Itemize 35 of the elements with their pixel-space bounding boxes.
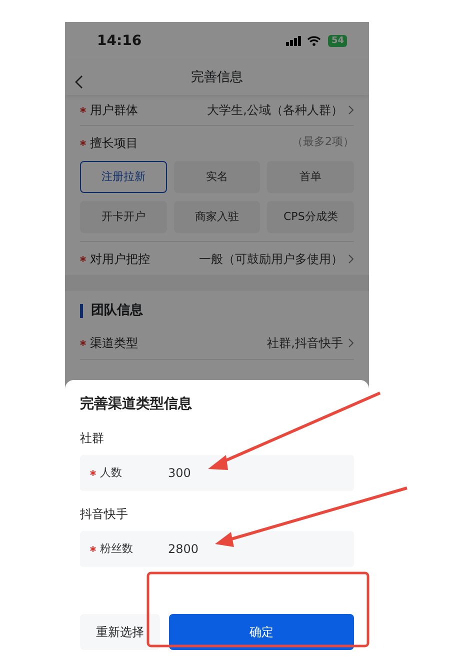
chevron-right-icon (348, 338, 354, 348)
signal-icon (286, 36, 304, 46)
chevron-right-icon (348, 105, 354, 115)
option-chip[interactable]: 注册拉新 (80, 161, 167, 193)
section-title: 团队信息 (91, 302, 143, 320)
field-label: 粉丝数 (100, 540, 133, 557)
status-time: 14:16 (97, 32, 142, 50)
field-value: 一般（可鼓励用户多使用） (199, 250, 343, 268)
field-value: 大学生,公域（各种人群） (207, 102, 343, 119)
reset-button[interactable]: 重新选择 (80, 614, 160, 650)
field-value: 社群,抖音快手 (267, 334, 343, 352)
input-field[interactable]: 粉丝数 2800 (80, 531, 354, 567)
option-chip[interactable]: 实名 (174, 161, 260, 193)
field-hint: （最多2项） (292, 134, 354, 150)
page-title: 完善信息 (191, 68, 243, 87)
field-label: 人数 (100, 464, 122, 481)
field-value: 300 (168, 465, 191, 482)
group-title: 抖音快手 (80, 506, 129, 523)
section-marker (80, 304, 83, 318)
battery-indicator: 54 (328, 35, 347, 47)
field-label: 渠道类型 (90, 334, 138, 352)
option-chip[interactable]: 商家入驻 (174, 201, 260, 233)
confirm-button[interactable]: 确定 (169, 614, 354, 650)
option-chip[interactable]: 首单 (267, 161, 354, 193)
wifi-icon (307, 36, 322, 46)
chevron-right-icon (348, 254, 354, 264)
field-label: 擅长项目 (90, 134, 138, 152)
option-chip[interactable]: CPS分成类 (267, 201, 354, 233)
input-field[interactable]: 人数 300 (80, 455, 354, 491)
option-chip[interactable]: 开卡开户 (80, 201, 167, 233)
group-title: 社群 (80, 430, 105, 447)
sheet-title: 完善渠道类型信息 (80, 394, 193, 414)
field-label: 用户群体 (90, 102, 138, 119)
field-value: 2800 (168, 541, 199, 558)
field-label: 对用户把控 (90, 250, 150, 268)
